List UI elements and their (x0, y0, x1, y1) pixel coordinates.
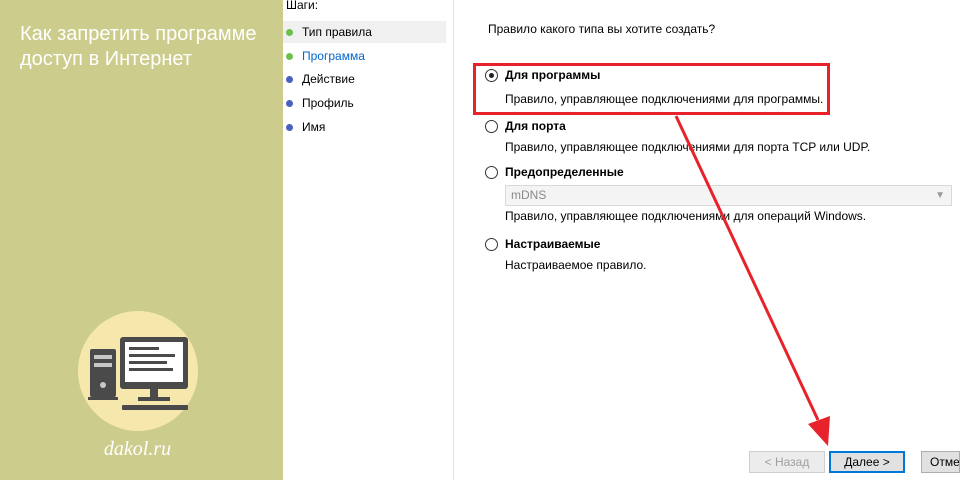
step-complete-dot-icon (286, 28, 293, 36)
step-pending-dot-icon (286, 123, 293, 131)
option-title: Предопределенные (505, 165, 624, 179)
step-label: Тип правила (302, 25, 372, 39)
step-name[interactable]: Имя (283, 116, 446, 138)
option-title: Настраиваемые (505, 237, 601, 251)
option-description: Правило, управляющее подключениями для о… (505, 209, 867, 223)
option-description: Настраиваемое правило. (505, 258, 647, 272)
select-value: mDNS (511, 188, 547, 202)
step-action[interactable]: Действие (283, 68, 446, 90)
cancel-button[interactable]: Отмена (921, 451, 960, 473)
article-title: Как запретить программе доступ в Интерне… (20, 23, 257, 70)
step-program[interactable]: Программа (283, 45, 446, 67)
site-name: dakol.ru (103, 438, 172, 460)
steps-header: Шаги: (286, 0, 319, 12)
wizard-steps-panel: Шаги: Тип правила Программа Действие Про… (283, 0, 454, 480)
highlight-frame (473, 63, 830, 115)
computer-illustration-icon (88, 337, 188, 410)
step-rule-type[interactable]: Тип правила (283, 21, 446, 43)
step-complete-dot-icon (286, 52, 293, 60)
step-label: Действие (302, 72, 355, 86)
radio-custom[interactable] (485, 238, 498, 251)
step-pending-dot-icon (286, 75, 293, 83)
back-button[interactable]: < Назад (749, 451, 825, 473)
next-button[interactable]: Далее > (829, 451, 905, 473)
option-description: Правило, управляющее подключениями для п… (505, 140, 871, 154)
predefined-rules-select[interactable]: mDNS ▼ (505, 185, 952, 206)
step-label: Профиль (302, 96, 354, 110)
rule-type-question: Правило какого типа вы хотите создать? (488, 22, 716, 36)
step-pending-dot-icon (286, 99, 293, 107)
option-title: Для порта (505, 119, 566, 133)
article-side-panel: Как запретить программе доступ в Интерне… (0, 0, 283, 480)
step-label: Имя (302, 120, 326, 134)
step-label: Программа (302, 49, 365, 63)
step-profile[interactable]: Профиль (283, 92, 446, 114)
radio-port[interactable] (485, 120, 498, 133)
radio-predefined[interactable] (485, 166, 498, 179)
chevron-down-icon: ▼ (935, 190, 945, 201)
